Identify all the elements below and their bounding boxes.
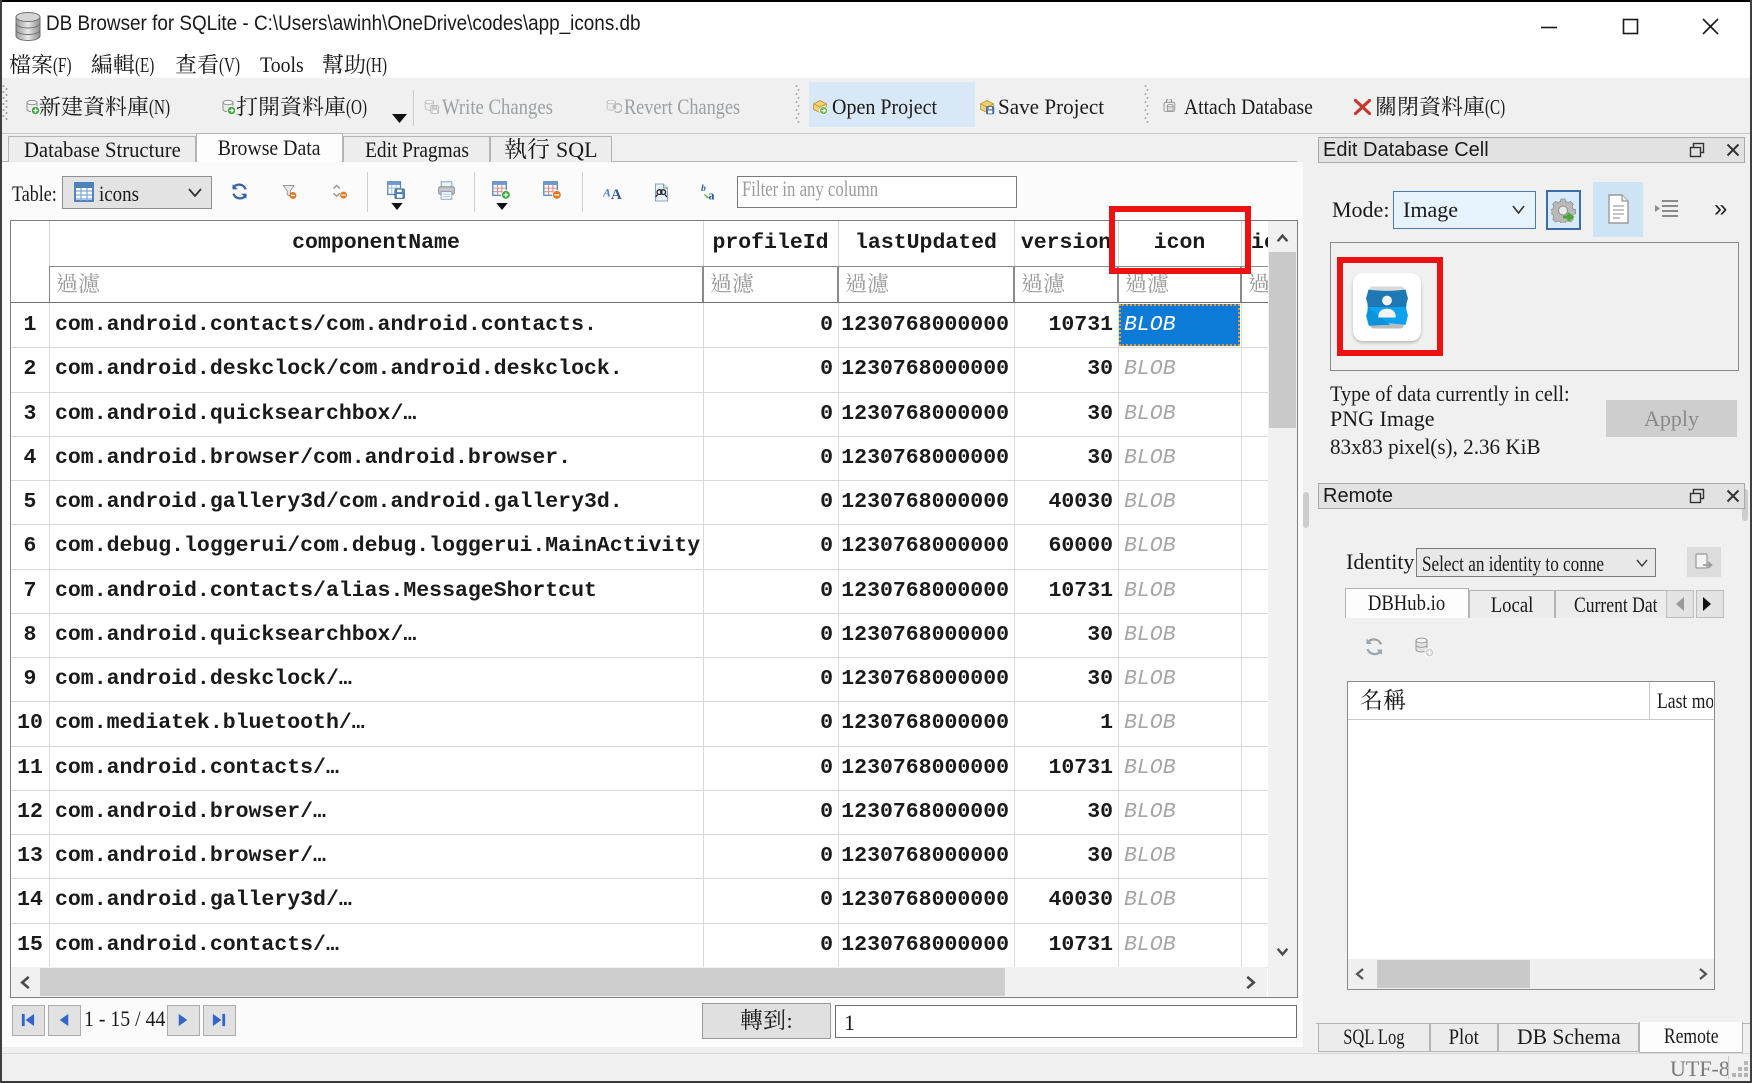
svg-text:b: b (701, 183, 706, 194)
svg-text:A: A (603, 186, 611, 200)
svg-text:a: a (708, 188, 714, 201)
svg-text:A: A (611, 187, 622, 200)
